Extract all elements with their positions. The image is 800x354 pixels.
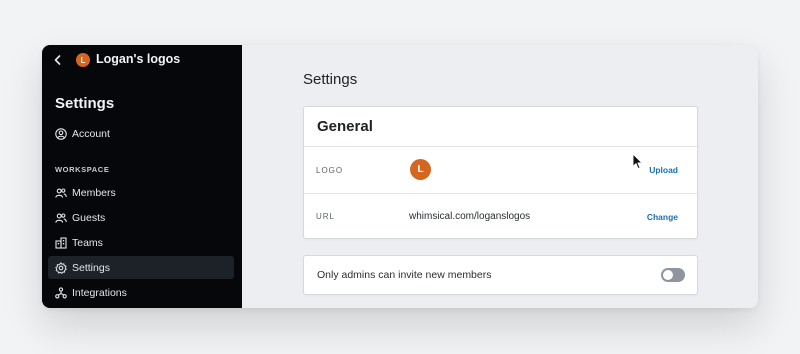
sidebar-item-label: Guests [72,211,106,224]
card-title: General [317,118,373,135]
account-icon [55,127,67,140]
sidebar-title: Settings [55,95,115,112]
workspace-header[interactable]: L Logan's logos [42,45,242,75]
sidebar-item-label: Settings [72,261,110,274]
sidebar-item-settings[interactable]: Settings [48,256,234,279]
card-header: General [304,107,697,147]
url-label: URL [316,212,336,221]
workspace-avatar: L [76,53,90,67]
sidebar-item-label: Teams [72,236,103,249]
sidebar-item-guests[interactable]: Guests [48,206,234,229]
guests-icon [55,212,67,223]
sidebar-item-members[interactable]: Members [48,181,234,204]
logo-avatar: L [410,159,431,180]
url-value: whimsical.com/loganslogos [409,211,531,222]
chevron-left-icon[interactable] [53,54,63,66]
sidebar: L Logan's logos Settings Account WORKSPA… [42,45,242,308]
invite-permission-card: Only admins can invite new members [303,255,698,295]
url-row: URL whimsical.com/loganslogos Change [304,193,697,239]
section-label-workspace: WORKSPACE [55,165,110,174]
general-settings-card: General LOGO L Upload URL whimsical.com/… [303,106,698,239]
main-content: Settings General LOGO L Upload URL whims… [242,45,758,308]
invite-permission-label: Only admins can invite new members [317,269,492,281]
members-icon [55,187,67,198]
upload-button[interactable]: Upload [649,165,678,175]
toggle-knob [663,270,673,280]
logo-label: LOGO [316,165,344,175]
change-url-button[interactable]: Change [647,212,678,222]
workspace-name[interactable]: Logan's logos [96,52,180,66]
teams-icon [55,236,67,249]
sidebar-item-label: Integrations [72,286,127,299]
admins-only-toggle[interactable] [661,268,685,282]
page-title: Settings [303,71,358,88]
gear-icon [55,261,67,274]
sidebar-item-teams[interactable]: Teams [48,231,234,254]
sidebar-item-label: Members [72,186,116,199]
integrations-icon [55,286,67,298]
app-window: L Logan's logos Settings Account WORKSPA… [42,45,758,308]
sidebar-item-integrations[interactable]: Integrations [48,281,234,304]
sidebar-item-label: Account [72,127,110,140]
sidebar-item-account[interactable]: Account [48,122,234,145]
mouse-cursor-icon [632,153,643,170]
